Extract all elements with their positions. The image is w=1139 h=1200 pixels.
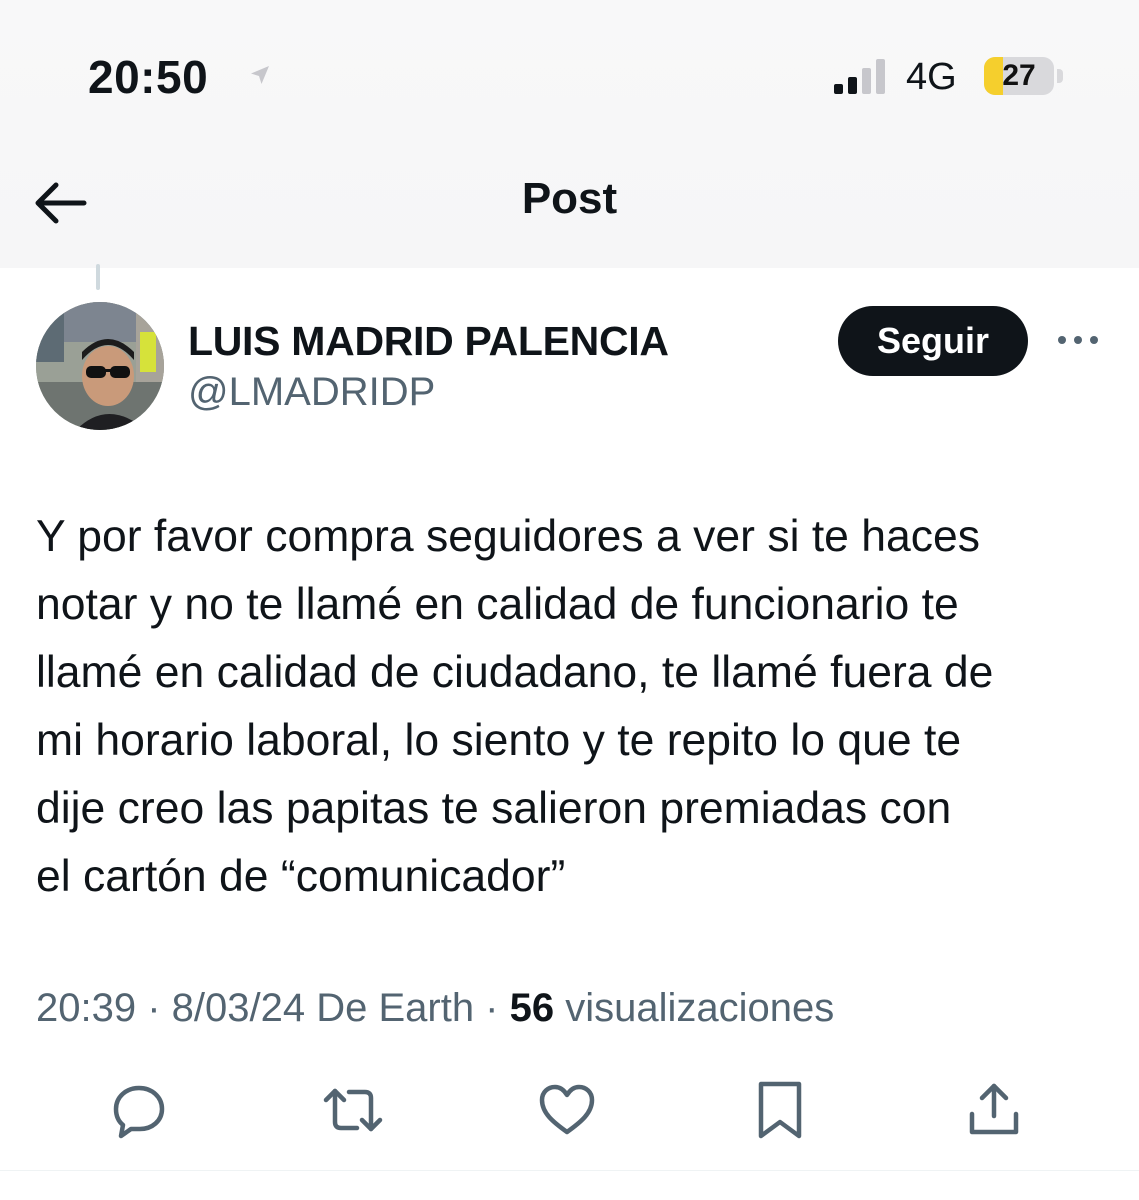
post-timestamp: 20:39 · 8/03/24 De Earth · <box>36 986 510 1030</box>
thread-line <box>96 264 100 290</box>
post-text-line: el cartón de “comunicador” <box>36 852 566 901</box>
repost-icon[interactable] <box>321 1078 385 1142</box>
post-text-line: Y por favor compra seguidores a ver si t… <box>36 512 981 561</box>
post-text: Y por favor compra seguidores a ver si t… <box>36 503 1116 911</box>
heart-icon[interactable] <box>535 1078 599 1142</box>
post-text-line: notar y no te llamé en calidad de funcio… <box>36 580 959 629</box>
bookmark-icon[interactable] <box>748 1078 812 1142</box>
reply-icon[interactable] <box>107 1078 171 1142</box>
views-count[interactable]: 56 <box>510 986 555 1030</box>
header-area <box>0 0 1139 268</box>
cellular-signal-icon <box>834 59 885 94</box>
author-name[interactable]: LUIS MADRID PALENCIA <box>188 318 669 365</box>
follow-button[interactable]: Seguir <box>838 306 1028 376</box>
post-text-line: llamé en calidad de ciudadano, te llamé … <box>36 648 994 697</box>
more-horizontal-icon[interactable] <box>1055 328 1101 352</box>
avatar[interactable] <box>36 302 164 430</box>
location-arrow-icon <box>251 66 269 84</box>
battery-icon: 27 <box>984 57 1054 95</box>
post-text-line: dije creo las papitas te salieron premia… <box>36 784 952 833</box>
status-time: 20:50 <box>88 51 209 103</box>
post-text-line: mi horario laboral, lo siento y te repit… <box>36 716 962 765</box>
network-label: 4G <box>906 56 957 98</box>
views-label: visualizaciones <box>554 986 835 1030</box>
post-meta: 20:39 · 8/03/24 De Earth · 56 visualizac… <box>36 986 834 1031</box>
page-title: Post <box>521 174 618 223</box>
battery-level: 27 <box>1002 59 1036 92</box>
battery-nub <box>1057 69 1063 83</box>
divider <box>0 1170 1139 1171</box>
author-handle[interactable]: @LMADRIDP <box>188 370 435 415</box>
post-screen: 20:50 4G 27 Post LUIS MADRID PALENCIA @L… <box>0 0 1139 1200</box>
avatar-photo <box>36 302 164 430</box>
share-icon[interactable] <box>962 1078 1026 1142</box>
